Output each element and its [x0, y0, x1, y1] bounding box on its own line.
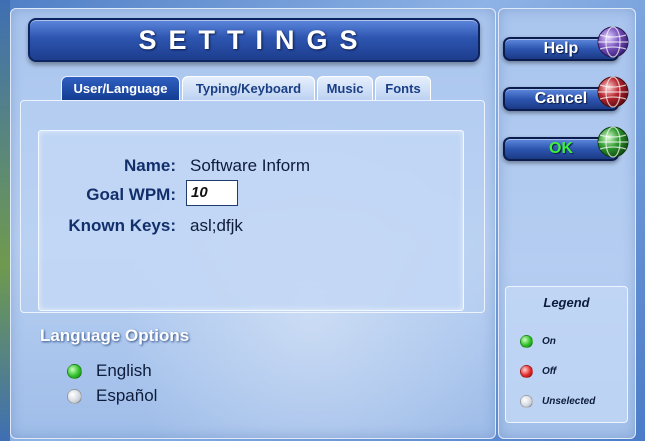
red-globe-icon: [597, 76, 629, 108]
help-button-label: Help: [543, 40, 579, 57]
ok-button-label: OK: [549, 140, 573, 157]
language-option-label: English: [96, 361, 152, 380]
tab-fonts[interactable]: Fonts: [375, 76, 431, 100]
purple-globe-icon: [597, 26, 629, 58]
language-option-espanol[interactable]: Español: [67, 386, 157, 406]
tab-music[interactable]: Music: [317, 76, 373, 100]
known-keys-label: Known Keys:: [68, 216, 176, 235]
tab-user-language[interactable]: User/Language: [61, 76, 180, 100]
on-indicator-icon: [520, 334, 533, 348]
unselected-indicator-icon: [520, 394, 533, 408]
known-keys-value: asl;dfjk: [190, 216, 243, 235]
radio-unselected-icon: [67, 388, 82, 404]
language-option-english[interactable]: English: [67, 361, 152, 381]
left-edge: [0, 0, 10, 441]
name-label: Name:: [124, 156, 176, 175]
off-indicator-icon: [520, 364, 533, 378]
legend-item-on: On: [520, 333, 556, 349]
legend-label: Off: [542, 365, 557, 377]
goal-wpm-label: Goal WPM:: [86, 185, 176, 204]
language-option-label: Español: [96, 386, 158, 405]
radio-on-icon: [67, 363, 82, 379]
legend-box: Legend On Off Unselected: [505, 286, 628, 423]
page-title: SETTINGS: [28, 18, 480, 62]
legend-item-unselected: Unselected: [520, 393, 595, 409]
goal-wpm-input[interactable]: 10: [186, 180, 238, 206]
name-value: Software Inform: [190, 156, 310, 175]
legend-title: Legend: [543, 295, 590, 310]
legend-label: Unselected: [542, 395, 596, 407]
tab-typing-keyboard[interactable]: Typing/Keyboard: [182, 76, 315, 100]
cancel-button-label: Cancel: [534, 90, 588, 107]
legend-item-off: Off: [520, 363, 556, 379]
green-globe-icon: [597, 126, 629, 158]
language-options-heading: Language Options: [40, 326, 190, 345]
legend-label: On: [542, 335, 556, 347]
